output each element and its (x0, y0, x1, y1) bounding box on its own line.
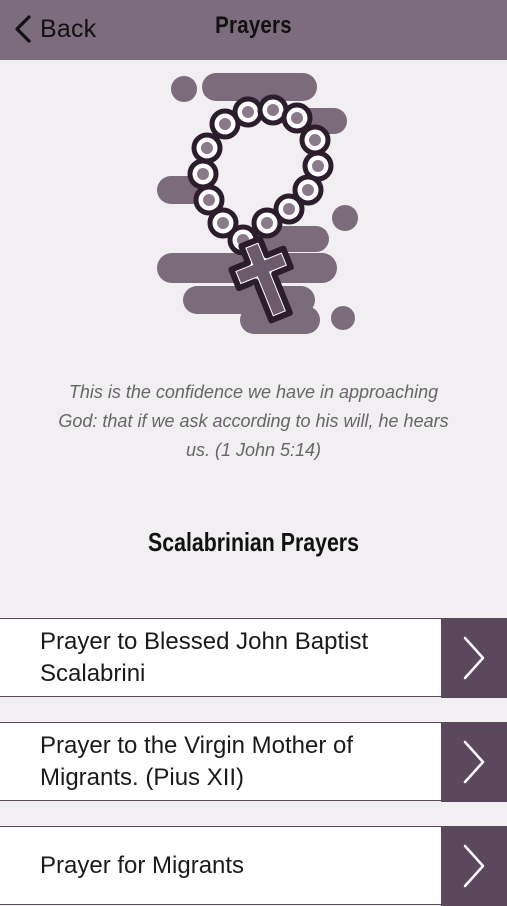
prayer-item-label: Prayer to Blessed John Baptist Scalabrin… (40, 627, 369, 687)
scripture-quote: This is the confidence we have in approa… (58, 382, 449, 460)
chevron-right-icon (463, 636, 485, 679)
chevron-left-icon (15, 15, 31, 43)
prayer-item-label: Prayer to the Virgin Mother of Migrants.… (40, 731, 354, 791)
prayer-list-item[interactable]: Prayer to Blessed John Baptist Scalabrin… (0, 617, 507, 698)
open-prayer-button[interactable] (441, 721, 507, 802)
chevron-right-icon (463, 740, 485, 783)
page-title: Prayers (215, 12, 292, 39)
open-prayer-button[interactable] (441, 617, 507, 698)
chevron-right-icon (463, 844, 485, 887)
rosary-icon (157, 73, 358, 334)
navigation-bar: Back Prayers (0, 0, 507, 60)
prayer-list-item[interactable]: Prayer to the Virgin Mother of Migrants.… (0, 721, 507, 802)
open-prayer-button[interactable] (441, 825, 507, 906)
section-title: Scalabrinian Prayers (148, 527, 359, 557)
prayer-item-label: Prayer for Migrants (40, 851, 245, 879)
prayer-list-item[interactable]: Prayer for Migrants (0, 825, 507, 906)
